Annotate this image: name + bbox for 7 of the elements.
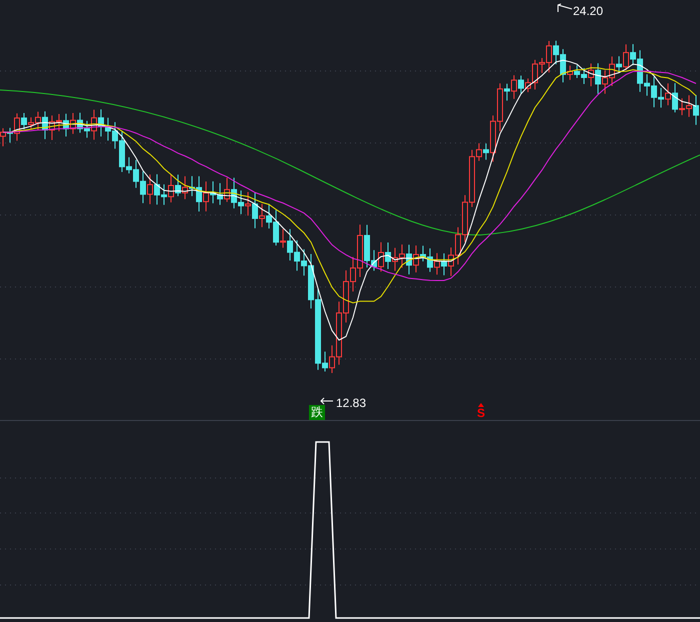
caret-icon — [478, 403, 484, 407]
low-arrow-icon — [320, 397, 334, 405]
high-price-label: 24.20 — [573, 3, 604, 20]
high-arrow-icon — [557, 3, 573, 13]
signal-text: S — [477, 407, 486, 419]
signal-badge: 跌 — [309, 405, 325, 420]
low-price-label: 12.83 — [336, 395, 366, 412]
